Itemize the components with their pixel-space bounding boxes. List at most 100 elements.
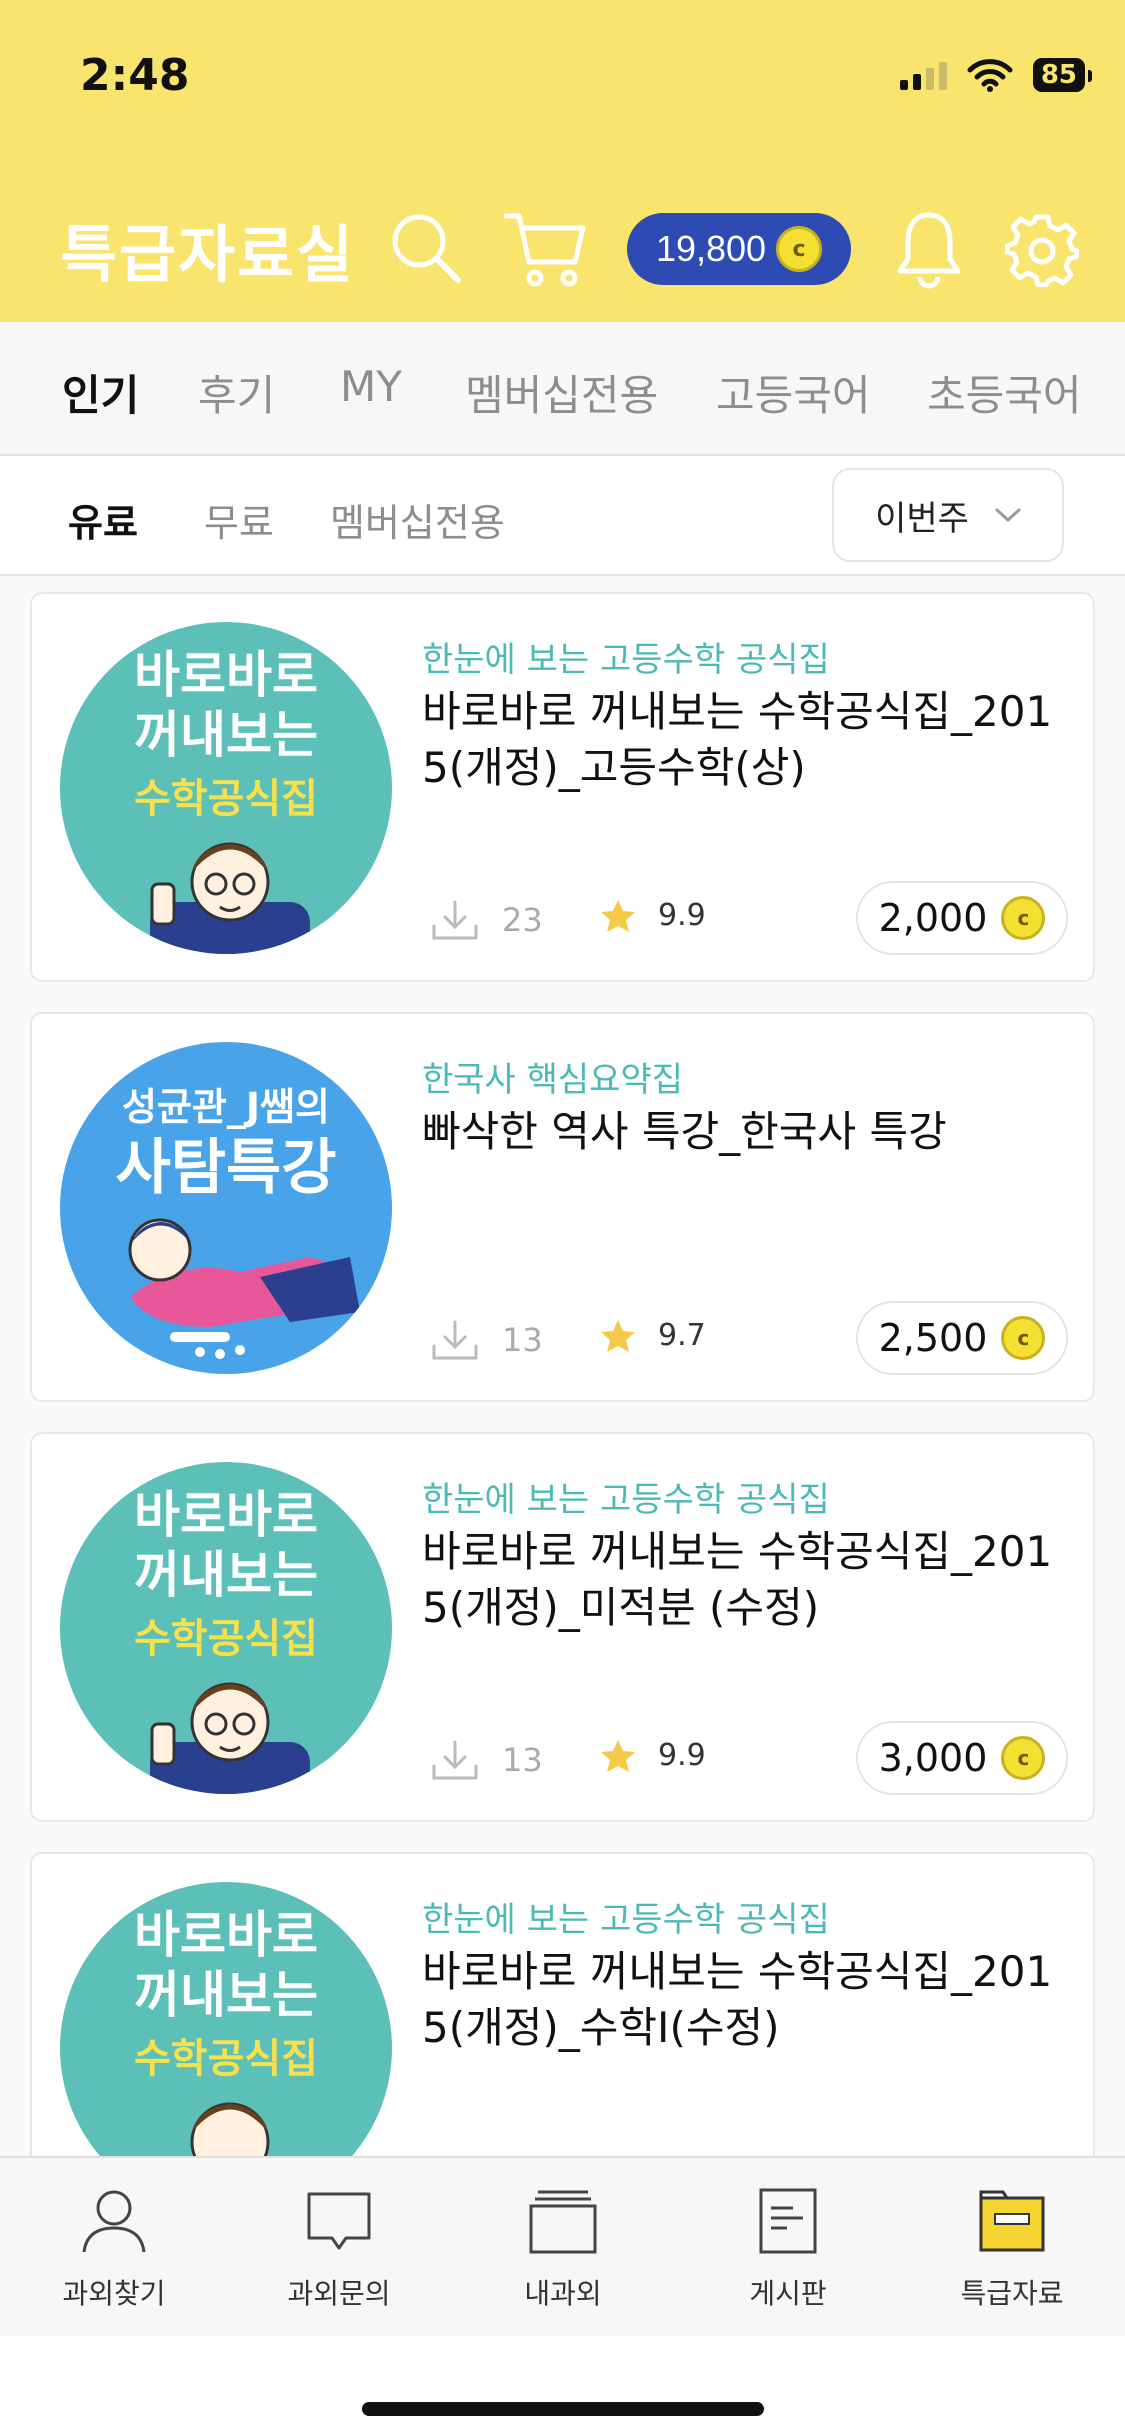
item-title: 빠삭한 역사 특강_한국사 특강 — [422, 1107, 947, 1156]
nav-my-tutoring[interactable]: 내과외 — [463, 2186, 663, 2312]
status-time: 2:48 — [80, 50, 190, 101]
bell-icon — [897, 212, 961, 289]
rating-value: 9.9 — [658, 898, 706, 933]
notification-button[interactable] — [894, 208, 964, 290]
list-item[interactable]: 바로바로 꺼내보는 수학공식집 한눈에 보는 고등수학 공식집 바로바로 꺼내보… — [30, 1432, 1095, 1822]
nav-label: 게시판 — [749, 2277, 827, 2310]
thumbnail-image: 바로바로 꺼내보는 수학공식집 — [60, 1462, 392, 1794]
item-title: 바로바로 꺼내보는 수학공식집_2015(개정)_미적분 (수정) — [422, 1527, 1053, 1632]
rating: 9.9 — [600, 898, 706, 933]
home-indicator-area — [0, 2336, 1125, 2436]
star-icon — [601, 1319, 635, 1352]
nav-label: 내과외 — [524, 2277, 602, 2310]
wifi-icon — [967, 59, 1013, 92]
thumb-line: 바로바로 — [134, 1486, 318, 1544]
coin-icon: c — [1001, 1736, 1046, 1780]
coin-icon: c — [1001, 896, 1046, 940]
download-count-value: 13 — [502, 1741, 543, 1779]
tab-popular[interactable]: 인기 — [62, 362, 139, 423]
list-item[interactable]: 성균관_J쌤의 사탐특강 한국사 핵심요약집 빠삭한 역사 특강_한국사 특강 — [30, 1012, 1095, 1402]
home-indicator[interactable] — [362, 2402, 764, 2416]
thumb-line: 바로바로 — [134, 1906, 318, 1964]
thumbnail-image: 바로바로 꺼내보는 수학공식집 — [60, 1882, 392, 2156]
nav-tutor-inquiry[interactable]: 과외문의 — [239, 2186, 439, 2312]
item-category: 한눈에 보는 고등수학 공식집 — [422, 1900, 830, 1940]
tab-high-korean[interactable]: 고등국어 — [716, 362, 871, 423]
settings-button[interactable] — [1004, 212, 1080, 288]
download-count-value: 13 — [502, 1321, 543, 1359]
thumb-line: 꺼내보는 — [134, 706, 318, 764]
thumb-line: 수학공식집 — [134, 776, 318, 822]
tab-reviews[interactable]: 후기 — [198, 362, 275, 423]
filter-bar: 유료 무료 멤버십전용 이번주 — [0, 456, 1125, 576]
list-item[interactable]: 바로바로 꺼내보는 수학공식집 한눈에 보는 고등수학 공식집 바로바로 꺼내보… — [30, 592, 1095, 982]
coin-balance-button[interactable]: 19,800 c — [627, 213, 851, 285]
price-button[interactable]: 2,000 c — [856, 881, 1068, 955]
gear-icon — [1005, 214, 1079, 287]
download-count: 13 — [430, 1318, 543, 1362]
nav-label: 과외문의 — [287, 2277, 391, 2310]
coin-icon: c — [776, 226, 823, 272]
screen: 2:48 85 특급자료실 19,800 c 인기 후기 MY 멤버십전용 고등… — [0, 0, 1125, 2436]
coin-balance: 19,800 — [655, 228, 767, 269]
download-count: 13 — [430, 1738, 543, 1782]
item-title: 바로바로 꺼내보는 수학공식집_2015(개정)_수학Ⅰ(수정) — [422, 1947, 1053, 2052]
subtab-membership[interactable]: 멤버십전용 — [330, 492, 505, 547]
subtab-paid[interactable]: 유료 — [68, 492, 138, 547]
status-icons: 85 — [899, 58, 1093, 92]
rating-value: 9.9 — [658, 1738, 706, 1773]
download-icon — [432, 1320, 478, 1360]
item-category: 한국사 핵심요약집 — [422, 1060, 684, 1100]
price-button[interactable]: 3,000 c — [856, 1721, 1068, 1795]
signal-icon — [899, 60, 947, 90]
period-value: 이번주 — [875, 498, 969, 539]
nav-premium-materials[interactable]: 특급자료 — [912, 2186, 1112, 2312]
search-icon — [392, 214, 461, 283]
thumbnail-image: 바로바로 꺼내보는 수학공식집 — [60, 622, 392, 954]
thumb-line: 수학공식집 — [134, 2036, 318, 2082]
price-value: 2,000 — [878, 896, 988, 940]
stack-icon — [529, 2190, 597, 2254]
rating-value: 9.7 — [658, 1318, 706, 1353]
tab-elementary-korean[interactable]: 초등국어 — [927, 362, 1082, 423]
item-category: 한눈에 보는 고등수학 공식집 — [422, 640, 830, 680]
star-icon — [601, 1739, 635, 1772]
subtab-free[interactable]: 무료 — [204, 492, 274, 547]
tab-membership[interactable]: 멤버십전용 — [465, 362, 658, 423]
rating: 9.7 — [600, 1318, 706, 1353]
nav-board[interactable]: 게시판 — [688, 2186, 888, 2312]
download-count-value: 23 — [502, 901, 543, 939]
chat-icon — [307, 2192, 371, 2250]
thumb-line: 꺼내보는 — [134, 1966, 318, 2024]
thumb-line: 성균관_J쌤의 — [122, 1085, 330, 1129]
category-tabs: 인기 후기 MY 멤버십전용 고등국어 초등국어 — [0, 322, 1125, 456]
tab-my[interactable]: MY — [340, 362, 402, 411]
download-icon — [432, 900, 478, 940]
thumb-line: 사탐특강 — [116, 1133, 337, 1203]
thumbnail-image: 성균관_J쌤의 사탐특강 — [60, 1042, 392, 1374]
material-list: 바로바로 꺼내보는 수학공식집 한눈에 보는 고등수학 공식집 바로바로 꺼내보… — [0, 576, 1125, 2156]
cart-icon — [503, 213, 586, 287]
price-button[interactable]: 2,500 c — [856, 1301, 1068, 1375]
item-category: 한눈에 보는 고등수학 공식집 — [422, 1480, 830, 1520]
download-icon — [432, 1740, 478, 1780]
star-icon — [601, 899, 635, 932]
page-title: 특급자료실 — [60, 218, 356, 291]
period-dropdown[interactable]: 이번주 — [832, 468, 1064, 562]
coin-icon: c — [1001, 1316, 1046, 1360]
list-item[interactable]: 바로바로 꺼내보는 수학공식집 한눈에 보는 고등수학 공식집 바로바로 꺼내보… — [30, 1852, 1095, 2156]
thumb-line: 바로바로 — [134, 646, 318, 704]
chevron-down-icon — [995, 508, 1021, 522]
person-icon — [82, 2190, 146, 2253]
cart-button[interactable] — [502, 208, 588, 292]
app-header: 2:48 85 특급자료실 19,800 c — [0, 0, 1125, 322]
folder-icon — [979, 2190, 1045, 2252]
nav-find-tutor[interactable]: 과외찾기 — [14, 2186, 214, 2312]
battery-indicator: 85 — [1032, 58, 1093, 92]
price-value: 3,000 — [878, 1736, 988, 1780]
nav-label: 과외찾기 — [62, 2277, 166, 2310]
download-count: 23 — [430, 898, 543, 942]
thumb-line: 수학공식집 — [134, 1616, 318, 1662]
rating: 9.9 — [600, 1738, 706, 1773]
search-button[interactable] — [386, 208, 466, 288]
